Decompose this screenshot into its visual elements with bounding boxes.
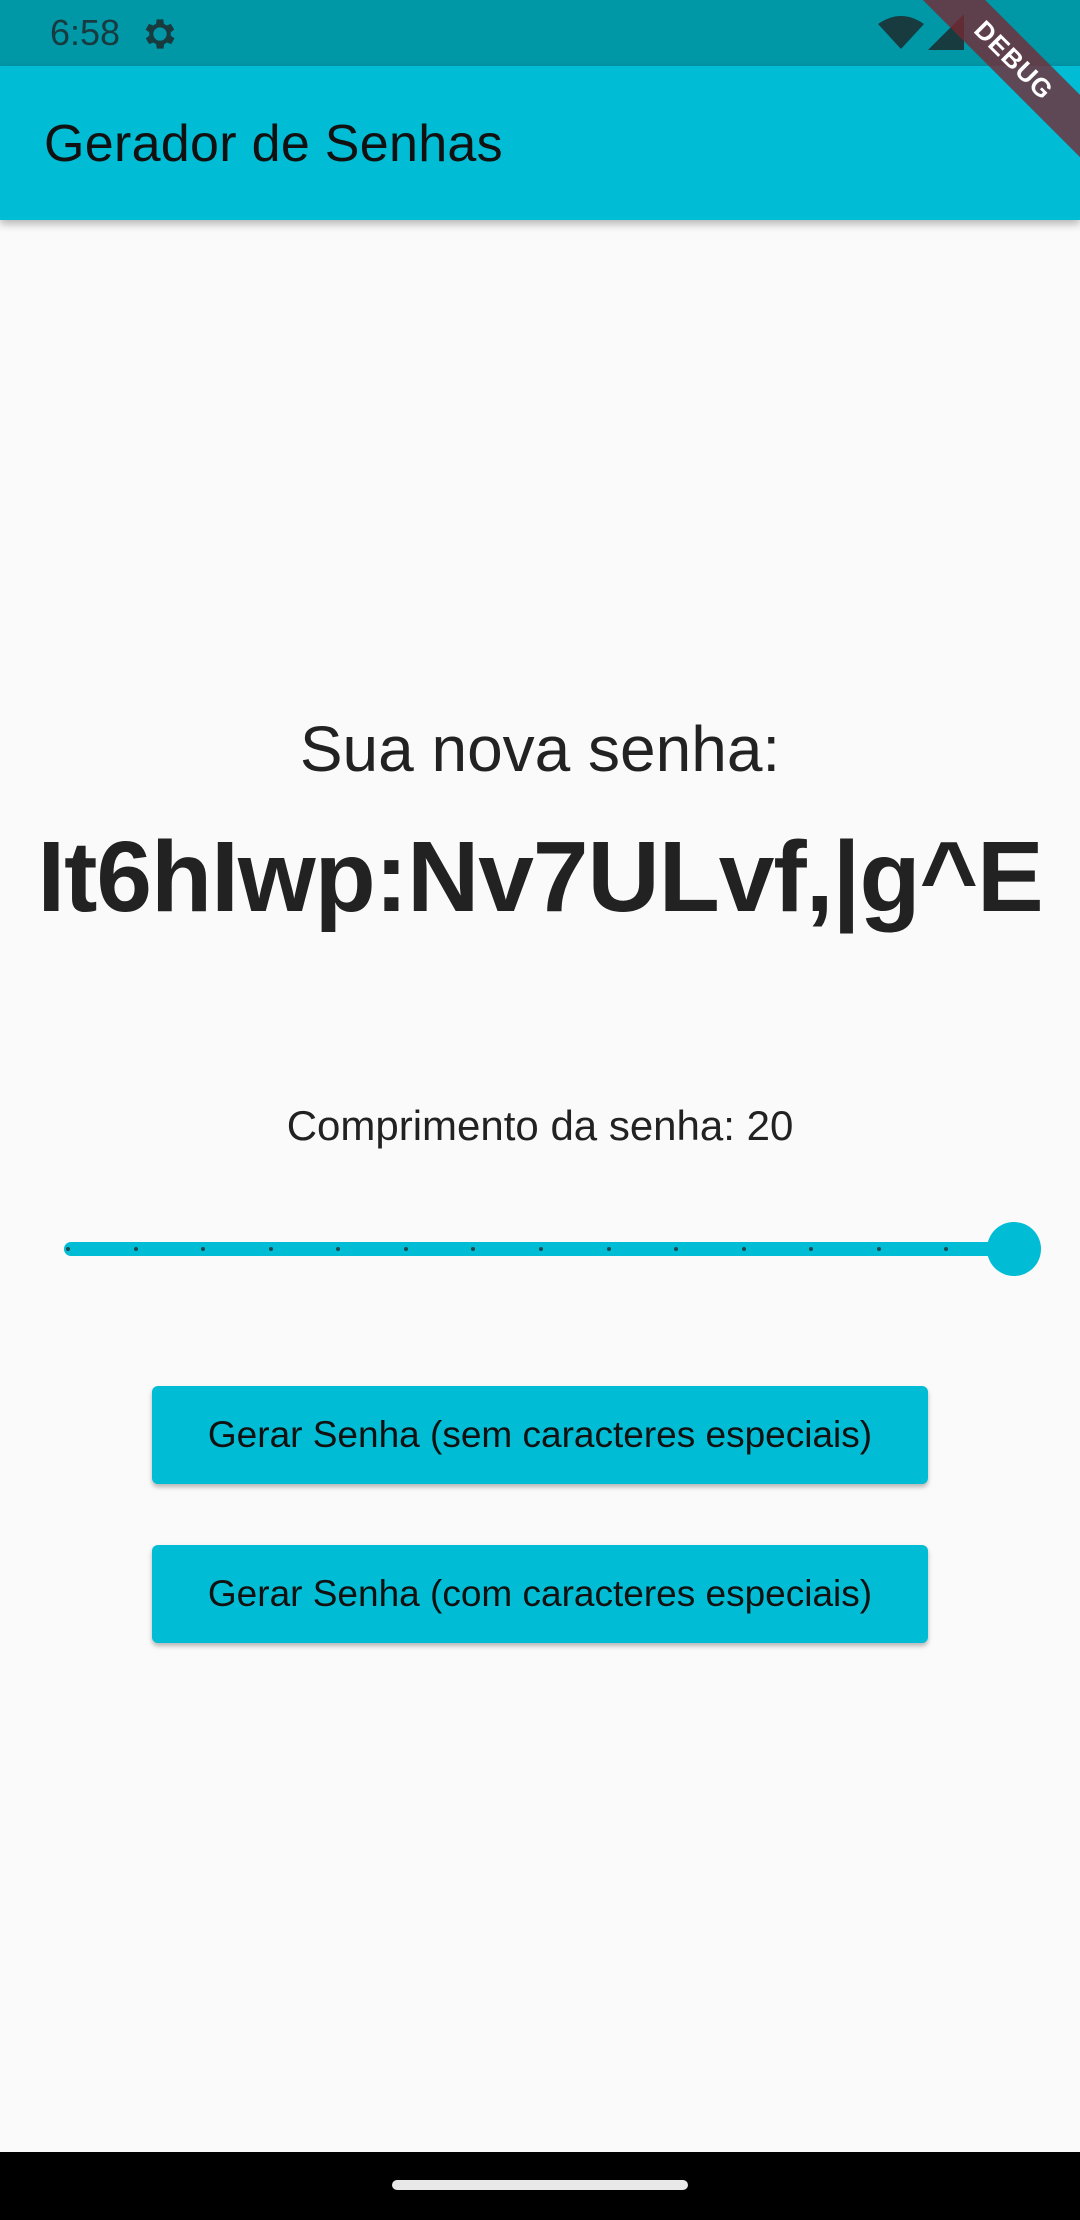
password-length-slider[interactable] [64,1222,1044,1276]
password-length-label: Comprimento da senha: 20 [286,1102,794,1149]
navigation-bar [0,2152,1080,2220]
app-screen: 6:58 Gerador de Senhas DEBUG Sua nova se… [0,0,1080,2220]
password-label: Sua nova senha: [299,713,781,785]
slider-tick [403,1247,408,1251]
debug-banner-label: DEBUG [906,0,1080,168]
app-title: Gerador de Senhas [44,115,503,173]
gear-icon [145,19,175,49]
slider-tick [539,1247,543,1251]
status-time: 6:58 [50,12,121,53]
slider-thumb[interactable] [987,1222,1041,1276]
slider-tick [268,1247,273,1251]
slider-tick [876,1247,881,1251]
generated-password: It6hIwp:Nv7ULvf,|g^E [37,821,1043,933]
generate-password-no-special-button[interactable]: Gerar Senha (sem caracteres especiais) [152,1386,928,1484]
slider-tick [741,1247,746,1251]
generate-password-with-special-button[interactable]: Gerar Senha (com caracteres especiais) [152,1545,928,1643]
home-gesture-handle[interactable] [392,2180,688,2190]
slider-tick [133,1247,138,1251]
slider-tick [66,1247,70,1251]
slider-tick [606,1247,611,1251]
debug-banner: DEBUG [880,0,1080,200]
